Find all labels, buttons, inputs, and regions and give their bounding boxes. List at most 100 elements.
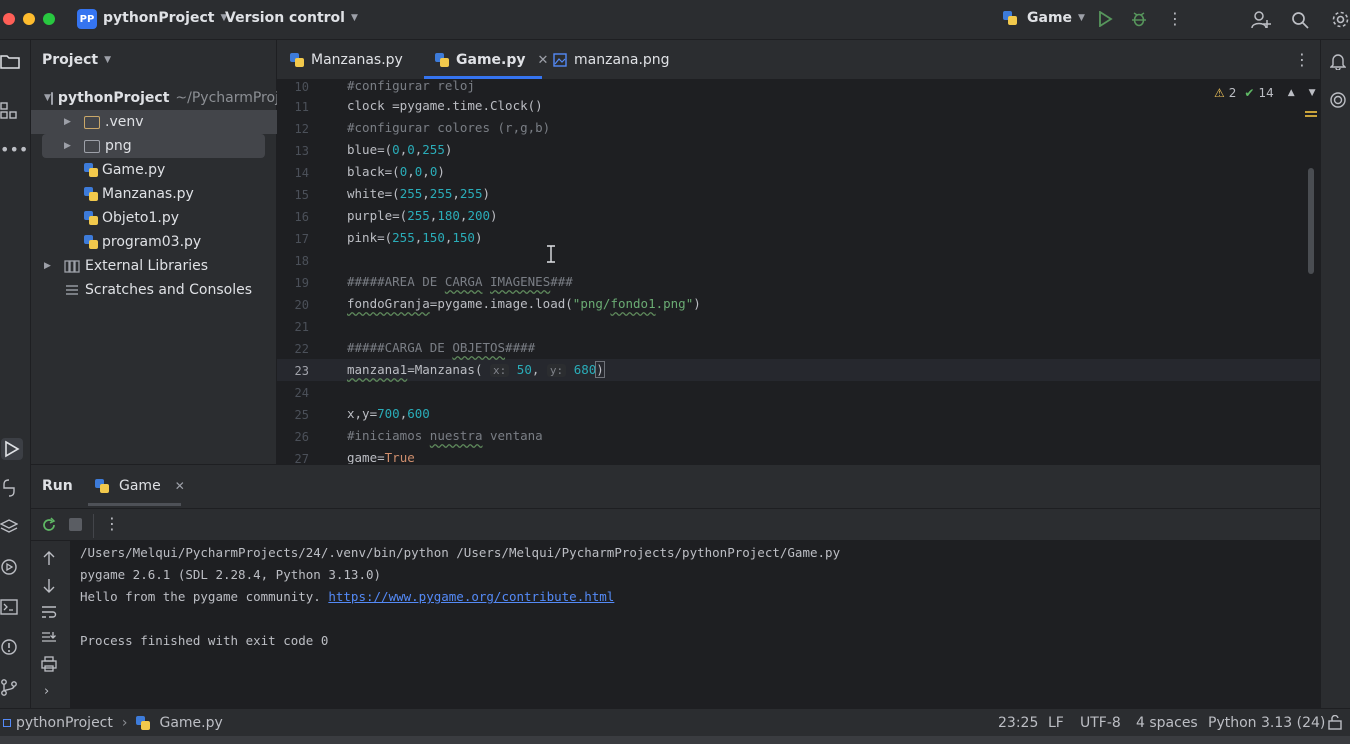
tree-item-external-libraries[interactable]: ▶ External Libraries: [31, 254, 277, 278]
ai-assistant-button[interactable]: [1329, 91, 1347, 109]
line-number: 11: [294, 100, 309, 114]
code-token: #####CARGA DE: [347, 340, 453, 355]
close-window-button[interactable]: [3, 13, 15, 25]
console-link[interactable]: https://www.pygame.org/contribute.html: [328, 589, 614, 604]
breadcrumb-file[interactable]: Game.py: [159, 715, 222, 731]
tree-item-program03-py[interactable]: program03.py: [31, 230, 277, 254]
lock-icon[interactable]: [1328, 715, 1342, 730]
tab-options-icon[interactable]: ⋮: [1294, 50, 1310, 69]
inspection-widget[interactable]: ⚠ 2 ✔ 14 ▲ ▼: [1214, 86, 1316, 100]
editor-scrollbar[interactable]: [1308, 168, 1314, 274]
tree-item-objeto1-py[interactable]: Objeto1.py: [31, 206, 277, 230]
tree-item-png[interactable]: ▶ png: [42, 134, 265, 158]
editor-tab-bar: Manzanas.py Game.py ✕ manzana.png ⋮: [277, 40, 1320, 80]
code-token: ventana: [482, 428, 543, 443]
run-tool-button[interactable]: [1, 438, 23, 460]
code-line: white=(255,255,255): [347, 186, 491, 201]
code-token: #####AREA DE: [347, 274, 445, 289]
play-icon: [1099, 11, 1113, 27]
layers-tool-button[interactable]: [0, 518, 18, 536]
tree-item-manzanas-py[interactable]: Manzanas.py: [31, 182, 277, 206]
rerun-button[interactable]: [41, 517, 57, 533]
code-token: =Manzanas(: [407, 362, 483, 377]
tab-game-py[interactable]: Game.py ✕: [435, 40, 548, 80]
status-bar: pythonProject › Game.py 23:25 LF UTF-8 4…: [0, 708, 1350, 736]
run-button[interactable]: [1097, 11, 1113, 27]
play-icon: [5, 440, 20, 458]
zoom-window-button[interactable]: [43, 13, 55, 25]
tree-item-game-py[interactable]: Game.py: [31, 158, 277, 182]
project-switcher[interactable]: pythonProject ▼: [103, 10, 227, 26]
print-icon[interactable]: [41, 656, 57, 672]
line-number: 13: [294, 144, 309, 158]
notifications-button[interactable]: [1330, 52, 1346, 70]
stop-icon[interactable]: [69, 518, 82, 531]
more-tools-icon[interactable]: •••: [0, 140, 28, 159]
code-number: 255: [422, 142, 445, 157]
file-encoding[interactable]: UTF-8: [1080, 715, 1121, 731]
more-actions-icon[interactable]: ⋮: [1167, 9, 1183, 28]
folder-icon: [84, 115, 100, 129]
close-tab-icon[interactable]: ✕: [538, 53, 549, 68]
line-separator[interactable]: LF: [1048, 715, 1064, 731]
search-button[interactable]: [1291, 11, 1309, 29]
line-number: 24: [294, 386, 309, 400]
previous-highlight-icon[interactable]: ▲: [1288, 88, 1295, 98]
text-cursor-icon: [547, 245, 555, 263]
code-token: fondoGranja: [347, 296, 430, 311]
tree-item-venv[interactable]: ▶ .venv: [31, 110, 277, 134]
project-panel-header[interactable]: Project ▼: [42, 52, 111, 68]
breadcrumb-project[interactable]: pythonProject: [16, 715, 113, 731]
services-tool-button[interactable]: [0, 558, 18, 576]
scroll-to-end-icon[interactable]: [41, 631, 57, 645]
version-control-menu[interactable]: Version control ▼: [225, 10, 358, 26]
tree-item-pythonproject[interactable]: ▼ pythonProject ~/PycharmProje: [31, 86, 288, 110]
python-file-icon: [290, 53, 304, 67]
code-editor[interactable]: 10 11 12 13 14 15 16 17 18 19 20 21 22 2…: [277, 80, 1320, 464]
code-token: nuestra: [429, 428, 483, 443]
soft-wrap-icon[interactable]: [41, 605, 57, 619]
code-with-me-button[interactable]: [1251, 10, 1271, 30]
structure-tool-button[interactable]: [0, 102, 18, 120]
run-config-label: Game: [1027, 10, 1073, 26]
code-number: 255: [407, 208, 430, 223]
code-token: #iniciamos: [347, 428, 430, 443]
git-tool-button[interactable]: [0, 678, 18, 696]
run-console-output[interactable]: /Users/Melqui/PycharmProjects/24/.venv/b…: [70, 541, 1320, 708]
code-string: .png": [655, 296, 694, 311]
code-token: =pygame.image.load(: [429, 296, 573, 311]
interpreter-selector[interactable]: Python 3.13 (24): [1208, 715, 1325, 731]
ok-count: 14: [1258, 86, 1274, 100]
line-number: 21: [294, 320, 309, 334]
more-options-icon[interactable]: ⋮: [104, 514, 120, 533]
project-tool-button[interactable]: [0, 53, 20, 69]
minimize-window-button[interactable]: [23, 13, 35, 25]
scroll-down-icon[interactable]: [42, 578, 56, 594]
code-number: 200: [467, 208, 491, 223]
line-number: 14: [294, 166, 309, 180]
problems-tool-button[interactable]: [0, 638, 18, 656]
caret-position[interactable]: 23:25: [998, 715, 1038, 731]
tab-manzana-png[interactable]: manzana.png: [553, 40, 670, 80]
expand-icon[interactable]: ›: [44, 684, 49, 699]
scroll-up-icon[interactable]: [42, 550, 56, 566]
run-panel-header: Run Game ✕: [31, 465, 1320, 509]
next-highlight-icon[interactable]: ▼: [1309, 88, 1316, 98]
python-file-icon: [84, 187, 98, 201]
close-tab-icon[interactable]: ✕: [175, 479, 185, 493]
settings-button[interactable]: [1331, 10, 1350, 29]
console-line: pygame 2.6.1 (SDL 2.28.4, Python 3.13.0): [80, 567, 382, 582]
debug-button[interactable]: [1131, 11, 1147, 27]
tree-item-label: Manzanas.py: [102, 186, 194, 202]
tab-manzanas-py[interactable]: Manzanas.py: [290, 40, 403, 80]
breadcrumb[interactable]: pythonProject › Game.py: [3, 715, 223, 731]
tree-item-label: png: [105, 138, 132, 154]
code-number: 0: [399, 164, 408, 179]
terminal-tool-button[interactable]: [0, 598, 18, 616]
tree-item-scratches[interactable]: Scratches and Consoles: [31, 278, 277, 302]
run-tab-game[interactable]: Game ✕: [95, 478, 185, 494]
run-config-selector[interactable]: Game ▼: [1003, 10, 1085, 26]
code-line: #configurar reloj: [347, 80, 475, 93]
indent-setting[interactable]: 4 spaces: [1136, 715, 1198, 731]
python-packages-tool-button[interactable]: [0, 479, 18, 497]
